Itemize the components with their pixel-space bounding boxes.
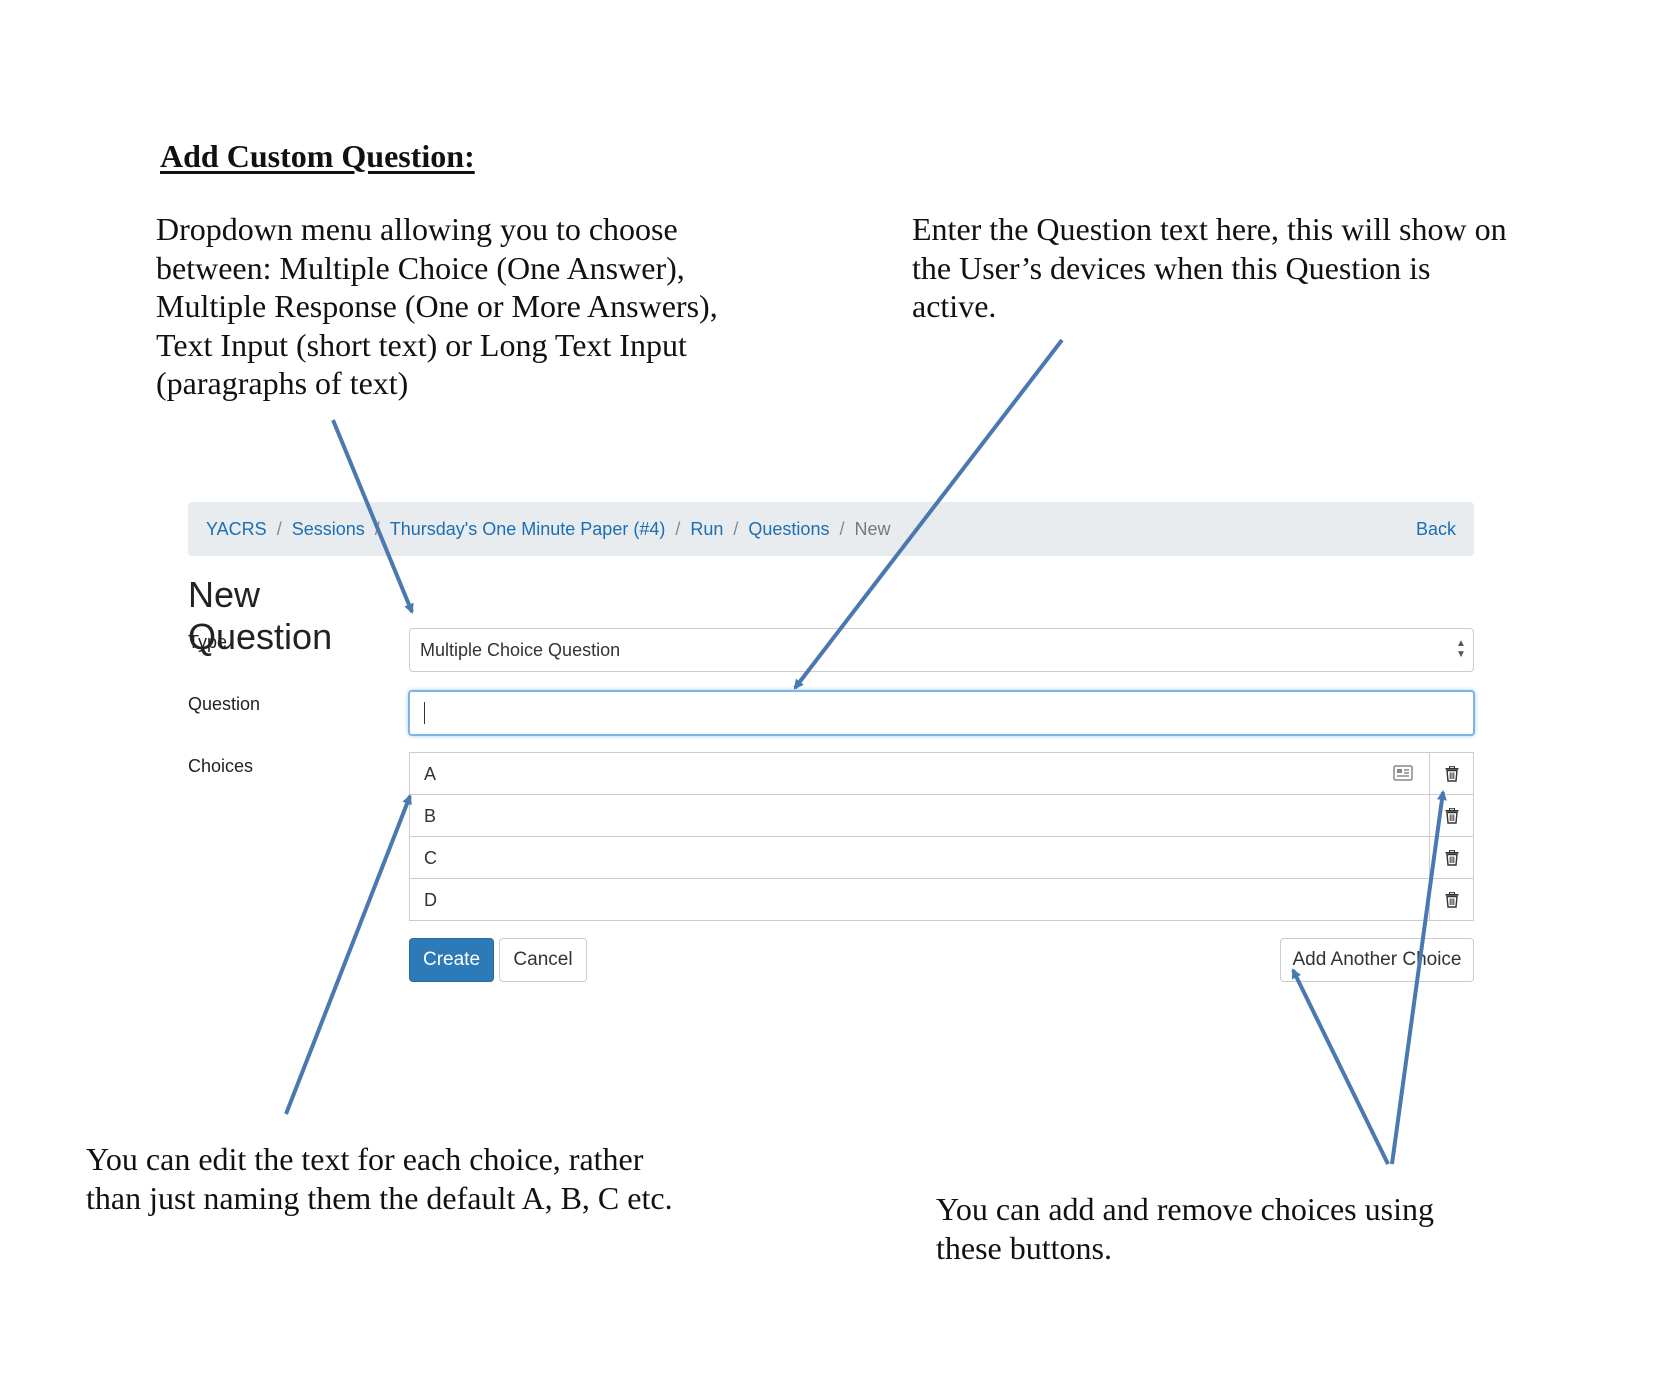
- arrow-to-delete-button: [1390, 790, 1447, 1165]
- arrow-to-add-choice-button: [1291, 968, 1390, 1165]
- annotation-arrows: [284, 338, 1447, 1165]
- arrow-to-question-input: [793, 338, 1064, 690]
- arrow-to-choice-text: [284, 794, 412, 1115]
- arrow-to-type-dropdown: [331, 419, 414, 614]
